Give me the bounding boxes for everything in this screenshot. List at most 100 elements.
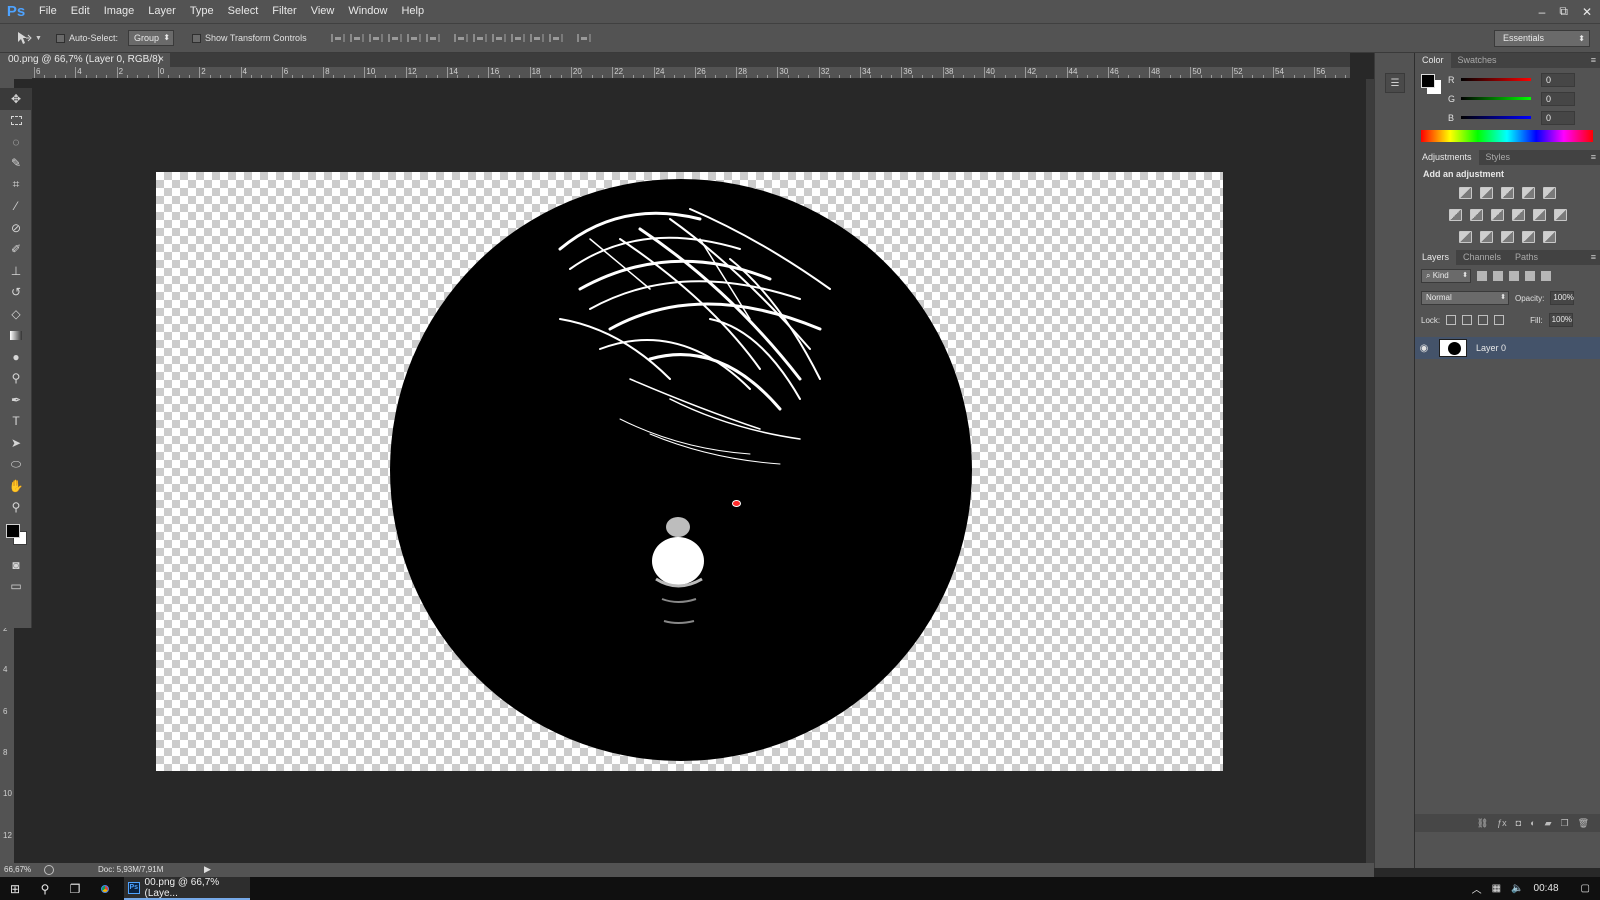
add-mask-icon[interactable]: ◘ [1516, 818, 1521, 828]
tab-layers[interactable]: Layers [1415, 250, 1457, 265]
red-value-input[interactable]: 0 [1541, 73, 1575, 87]
eraser-tool[interactable]: ◇ [0, 303, 32, 325]
blue-slider[interactable] [1461, 116, 1531, 119]
document-canvas[interactable] [156, 172, 1223, 771]
photoshop-taskbar-button[interactable]: Ps 00.png @ 66,7% (Laye... [124, 877, 250, 900]
menu-layer[interactable]: Layer [141, 0, 183, 23]
checkbox-box[interactable] [56, 33, 65, 43]
chrome-icon[interactable] [90, 877, 120, 900]
quick-mask-button[interactable]: ◙ [0, 554, 32, 576]
ruler-origin[interactable] [0, 67, 32, 79]
align-hcenter-icon[interactable] [405, 32, 421, 44]
gradient-tool[interactable] [0, 325, 32, 347]
auto-select-dropdown[interactable]: Group [128, 30, 175, 46]
photo-filter-icon[interactable] [1511, 209, 1525, 221]
fill-input[interactable]: 100% [1548, 313, 1573, 327]
workspace-dropdown[interactable]: Essentials [1494, 30, 1590, 47]
align-vcenter-icon[interactable] [348, 32, 364, 44]
zoom-tool[interactable]: ⚲ [0, 497, 32, 519]
opacity-input[interactable]: 100% [1550, 291, 1575, 305]
panel-menu-icon[interactable]: ≡ [1591, 150, 1596, 165]
hue-saturation-icon[interactable] [1448, 209, 1462, 221]
color-lookup-icon[interactable] [1553, 209, 1567, 221]
dodge-tool[interactable]: ⚲ [0, 368, 32, 390]
layer-style-icon[interactable]: ƒx [1497, 818, 1507, 828]
menu-filter[interactable]: Filter [265, 0, 303, 23]
distribute-bottom-icon[interactable] [490, 32, 506, 44]
panel-menu-icon[interactable]: ≡ [1591, 53, 1596, 68]
move-tool[interactable]: ✥ [0, 88, 32, 110]
volume-icon[interactable]: 🔈 [1511, 883, 1523, 894]
tool-preset-picker[interactable]: ▼ [16, 31, 46, 45]
crop-tool[interactable]: ⌗ [0, 174, 32, 196]
menu-edit[interactable]: Edit [64, 0, 97, 23]
vibrance-icon[interactable] [1543, 187, 1556, 199]
pen-tool[interactable]: ✒ [0, 389, 32, 411]
foreground-color-swatch[interactable] [6, 524, 20, 538]
levels-icon[interactable] [1480, 187, 1493, 199]
search-icon[interactable]: ⚲ [30, 877, 60, 900]
green-value-input[interactable]: 0 [1541, 92, 1575, 106]
color-balance-icon[interactable] [1469, 209, 1483, 221]
menu-help[interactable]: Help [394, 0, 431, 23]
path-selection-tool[interactable]: ➤ [0, 432, 32, 454]
align-bottom-icon[interactable] [367, 32, 383, 44]
curves-icon[interactable] [1501, 187, 1514, 199]
posterize-icon[interactable] [1480, 231, 1493, 243]
history-brush-tool[interactable]: ↺ [0, 282, 32, 304]
selective-color-icon[interactable] [1522, 231, 1535, 243]
blur-tool[interactable]: ● [0, 346, 32, 368]
tab-paths[interactable]: Paths [1508, 250, 1545, 265]
canvas-area[interactable] [32, 79, 1366, 863]
marquee-tool[interactable] [0, 110, 32, 132]
network-icon[interactable]: ▦ [1492, 883, 1501, 894]
align-right-icon[interactable] [424, 32, 440, 44]
tab-color[interactable]: Color [1415, 53, 1451, 68]
tab-adjustments[interactable]: Adjustments [1415, 150, 1479, 165]
blend-mode-dropdown[interactable]: Normal [1421, 291, 1509, 305]
minimize-button[interactable]: – [1539, 5, 1546, 19]
healing-brush-tool[interactable]: ⊘ [0, 217, 32, 239]
eyedropper-tool[interactable]: ⁄ [0, 196, 32, 218]
brightness-contrast-icon[interactable] [1459, 187, 1472, 199]
hand-tool[interactable]: ✋ [0, 475, 32, 497]
quick-selection-tool[interactable]: ✎ [0, 153, 32, 175]
link-layers-icon[interactable]: ⛓ [1477, 818, 1488, 829]
visibility-eye-icon[interactable]: ◉ [1415, 343, 1433, 354]
auto-select-checkbox[interactable]: Auto-Select: [56, 33, 118, 43]
type-tool[interactable]: T [0, 411, 32, 433]
task-view-icon[interactable]: ❐ [60, 877, 90, 900]
auto-align-icon[interactable] [575, 32, 591, 44]
threshold-icon[interactable] [1501, 231, 1514, 243]
gradient-map-icon[interactable] [1543, 231, 1556, 243]
brush-tool[interactable]: ✐ [0, 239, 32, 261]
clock[interactable]: 00:48 [1534, 883, 1559, 894]
restore-button[interactable]: ⧉ [1559, 4, 1568, 19]
menu-window[interactable]: Window [341, 0, 394, 23]
delete-layer-icon[interactable]: 🗑 [1578, 818, 1589, 829]
checkbox-box[interactable] [192, 33, 202, 43]
layer-filter-kind-dropdown[interactable]: ⌕ Kind [1421, 269, 1471, 283]
tab-swatches[interactable]: Swatches [1451, 53, 1504, 68]
screen-mode-button[interactable]: ▭ [0, 576, 32, 598]
distribute-top-icon[interactable] [452, 32, 468, 44]
distribute-vcenter-icon[interactable] [471, 32, 487, 44]
adjustment-layer-icon[interactable]: ◐ [1530, 818, 1535, 828]
panel-menu-icon[interactable]: ≡ [1591, 250, 1596, 265]
notifications-icon[interactable]: ▢ [1581, 883, 1590, 894]
lock-all-icon[interactable] [1494, 315, 1505, 325]
tab-channels[interactable]: Channels [1456, 250, 1508, 265]
layer-row[interactable]: ◉ Layer 0 [1415, 337, 1600, 359]
lasso-tool[interactable]: ◌ [0, 131, 32, 153]
lock-position-icon[interactable] [1478, 315, 1489, 325]
close-tab-icon[interactable]: × [158, 53, 164, 67]
shape-filter-icon[interactable] [1525, 271, 1535, 281]
menu-image[interactable]: Image [97, 0, 142, 23]
distribute-left-icon[interactable] [509, 32, 525, 44]
new-group-icon[interactable]: ▰ [1545, 818, 1552, 829]
black-white-icon[interactable] [1490, 209, 1504, 221]
color-fg-swatch[interactable] [1421, 74, 1435, 88]
distribute-right-icon[interactable] [547, 32, 563, 44]
zoom-level[interactable]: 66,67% [4, 865, 31, 874]
menu-select[interactable]: Select [221, 0, 266, 23]
